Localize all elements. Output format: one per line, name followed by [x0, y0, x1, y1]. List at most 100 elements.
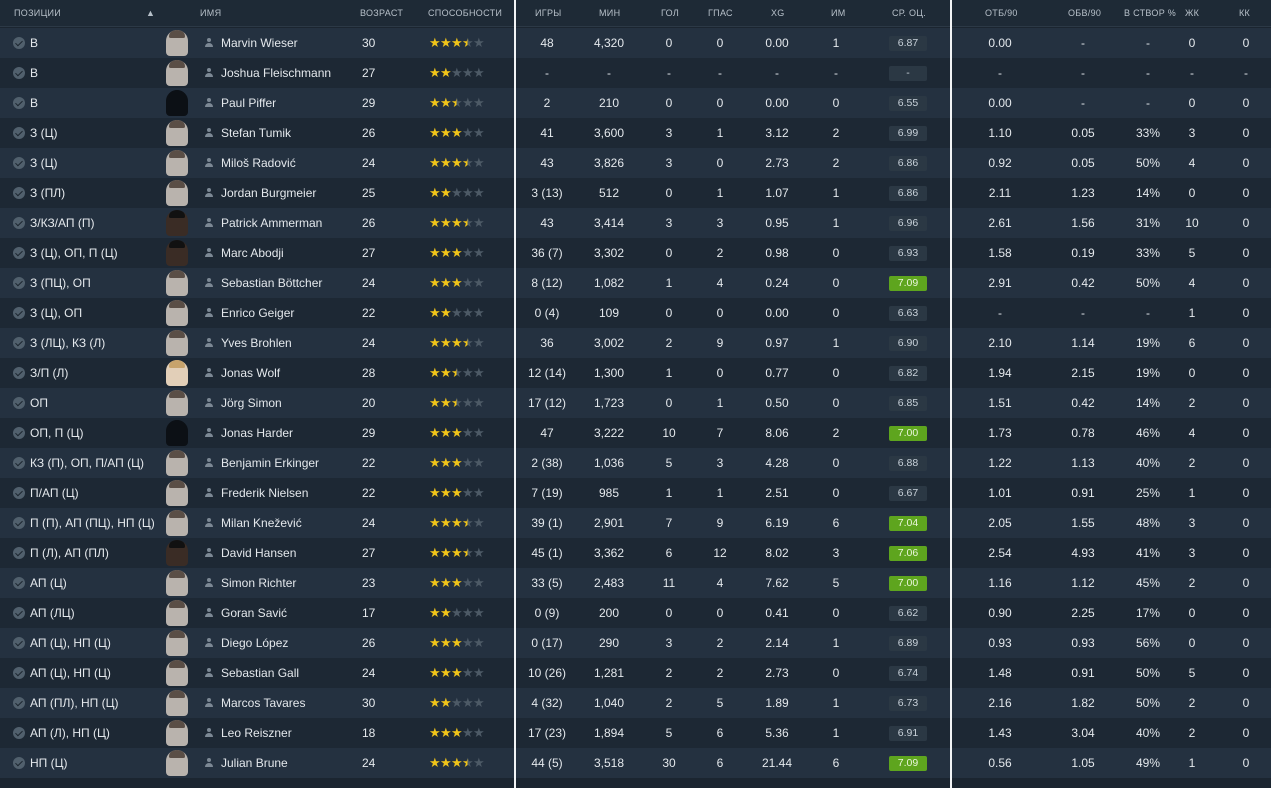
select-checkbox-icon[interactable] [13, 637, 25, 649]
player-row[interactable]: П (Л), АП (ПЛ) David Hansen 27 ★★★★★ 45 … [0, 538, 1271, 568]
player-name[interactable]: David Hansen [221, 538, 296, 568]
col-header-assists[interactable]: ГПАС [708, 0, 733, 26]
select-checkbox-icon[interactable] [13, 67, 25, 79]
select-checkbox-icon[interactable] [13, 727, 25, 739]
select-checkbox-icon[interactable] [13, 307, 25, 319]
select-checkbox-icon[interactable] [13, 127, 25, 139]
player-row[interactable]: З (ПЦ), ОП Sebastian Böttcher 24 ★★★★★ 8… [0, 268, 1271, 298]
player-name[interactable]: Goran Savić [221, 598, 287, 628]
player-name[interactable]: Marc Abodji [221, 238, 284, 268]
select-checkbox-icon[interactable] [13, 577, 25, 589]
player-row[interactable]: З (Ц) Stefan Tumik 26 ★★★★★ 41 3,600 3 1… [0, 118, 1271, 148]
player-row[interactable]: З (Ц) Miloš Radović 24 ★★★★★ 43 3,826 3 … [0, 148, 1271, 178]
select-checkbox-icon[interactable] [13, 277, 25, 289]
player-name[interactable]: Yves Brohlen [221, 328, 292, 358]
select-checkbox-icon[interactable] [13, 547, 25, 559]
select-checkbox-icon[interactable] [13, 247, 25, 259]
player-row[interactable]: З (ПЛ) Jordan Burgmeier 25 ★★★★★ 3 (13) … [0, 178, 1271, 208]
select-checkbox-icon[interactable] [13, 457, 25, 469]
col-header-age[interactable]: ВОЗРАСТ [360, 0, 403, 26]
select-checkbox-icon[interactable] [13, 427, 25, 439]
select-checkbox-icon[interactable] [13, 697, 25, 709]
player-row[interactable]: П/АП (Ц) Frederik Nielsen 22 ★★★★★ 7 (19… [0, 478, 1271, 508]
select-checkbox-icon[interactable] [13, 37, 25, 49]
player-name[interactable]: Milan Knežević [221, 508, 302, 538]
select-checkbox-icon[interactable] [13, 337, 25, 349]
player-row[interactable]: КЗ (П), ОП, П/АП (Ц) Benjamin Erkinger 2… [0, 448, 1271, 478]
player-row[interactable]: З (ЛЦ), КЗ (Л) Yves Brohlen 24 ★★★★★ 36 … [0, 328, 1271, 358]
col-header-position[interactable]: ПОЗИЦИИ [14, 0, 61, 26]
select-checkbox-icon[interactable] [13, 607, 25, 619]
player-row[interactable]: З/П (Л) Jonas Wolf 28 ★★★★★ 12 (14) 1,30… [0, 358, 1271, 388]
player-name[interactable]: Jonas Wolf [221, 358, 280, 388]
player-row[interactable]: АП (Л), НП (Ц) Leo Reiszner 18 ★★★★★ 17 … [0, 718, 1271, 748]
player-name[interactable]: Julian Brune [221, 748, 288, 778]
col-header-red-cards[interactable]: КК [1239, 0, 1250, 26]
col-header-goals[interactable]: ГОЛ [661, 0, 679, 26]
player-row[interactable]: З (Ц), ОП, П (Ц) Marc Abodji 27 ★★★★★ 36… [0, 238, 1271, 268]
player-name[interactable]: Frederik Nielsen [221, 478, 308, 508]
player-assists: 3 [716, 456, 724, 470]
select-checkbox-icon[interactable] [13, 217, 25, 229]
col-header-name[interactable]: ИМЯ [200, 0, 221, 26]
select-checkbox-icon[interactable] [13, 487, 25, 499]
player-name[interactable]: Benjamin Erkinger [221, 448, 319, 478]
player-name[interactable]: Simon Richter [221, 568, 296, 598]
col-header-shots-on-target[interactable]: В СТВОР % [1124, 0, 1176, 26]
select-checkbox-icon[interactable] [13, 97, 25, 109]
sort-ascending-icon[interactable]: ▲ [146, 0, 155, 26]
player-row[interactable]: АП (ПЛ), НП (Ц) Marcos Tavares 30 ★★★★★ … [0, 688, 1271, 718]
player-row[interactable]: ОП Jörg Simon 20 ★★★★★ 17 (12) 1,723 0 1… [0, 388, 1271, 418]
player-name[interactable]: Joshua Fleischmann [221, 58, 331, 88]
select-checkbox-icon[interactable] [13, 157, 25, 169]
player-name[interactable]: Marcos Tavares [221, 688, 305, 718]
player-name[interactable]: Jörg Simon [221, 388, 282, 418]
col-header-apps[interactable]: ИГРЫ [535, 0, 562, 26]
player-red-cards: 0 [1242, 696, 1250, 710]
player-name[interactable]: Jordan Burgmeier [221, 178, 316, 208]
col-header-avg-rating[interactable]: СР. ОЦ. [892, 0, 926, 26]
player-row[interactable]: ОП, П (Ц) Jonas Harder 29 ★★★★★ 47 3,222… [0, 418, 1271, 448]
player-row[interactable]: З/КЗ/АП (П) Patrick Ammerman 26 ★★★★★ 43… [0, 208, 1271, 238]
player-apps: 3 (13) [531, 186, 563, 200]
player-row[interactable]: АП (ЛЦ) Goran Savić 17 ★★★★★ 0 (9) 200 0… [0, 598, 1271, 628]
player-name[interactable]: Miloš Radović [221, 148, 296, 178]
avg-rating-badge: 6.93 [889, 246, 927, 261]
player-name[interactable]: Stefan Tumik [221, 118, 291, 148]
player-row[interactable]: АП (Ц), НП (Ц) Sebastian Gall 24 ★★★★★ 1… [0, 658, 1271, 688]
player-row[interactable]: НП (Ц) Julian Brune 24 ★★★★★ 44 (5) 3,51… [0, 748, 1271, 778]
col-header-ability[interactable]: СПОСОБНОСТИ [428, 0, 502, 26]
select-checkbox-icon[interactable] [13, 757, 25, 769]
player-row[interactable]: АП (Ц), НП (Ц) Diego López 26 ★★★★★ 0 (1… [0, 628, 1271, 658]
select-checkbox-icon[interactable] [13, 367, 25, 379]
player-name[interactable]: Diego López [221, 628, 288, 658]
col-header-mins[interactable]: МИН [599, 0, 620, 26]
col-header-dribbles90[interactable]: ОБВ/90 [1068, 0, 1101, 26]
select-checkbox-icon[interactable] [13, 517, 25, 529]
col-header-xg[interactable]: XG [771, 0, 785, 26]
player-yellow-cards: 0 [1188, 636, 1196, 650]
player-name[interactable]: Patrick Ammerman [221, 208, 322, 238]
player-row[interactable]: В Paul Piffer 29 ★★★★★ 2 210 0 0 0.00 0 … [0, 88, 1271, 118]
player-row[interactable]: В Marvin Wieser 30 ★★★★★ 48 4,320 0 0 0.… [0, 28, 1271, 58]
player-pom: 0 [832, 606, 840, 620]
player-row[interactable]: З (Ц), ОП Enrico Geiger 22 ★★★★★ 0 (4) 1… [0, 298, 1271, 328]
player-name[interactable]: Sebastian Gall [221, 658, 299, 688]
select-checkbox-icon[interactable] [13, 397, 25, 409]
select-checkbox-icon[interactable] [13, 667, 25, 679]
player-name[interactable]: Marvin Wieser [221, 28, 298, 58]
col-header-tackles90[interactable]: ОТБ/90 [985, 0, 1018, 26]
select-checkbox-icon[interactable] [13, 187, 25, 199]
player-position: З/П (Л) [30, 366, 69, 380]
player-name[interactable]: Jonas Harder [221, 418, 293, 448]
player-row[interactable]: П (П), АП (ПЦ), НП (Ц) Milan Knežević 24… [0, 508, 1271, 538]
col-header-pom[interactable]: ИМ [831, 0, 846, 26]
col-header-yellow-cards[interactable]: ЖК [1185, 0, 1199, 26]
player-name[interactable]: Paul Piffer [221, 88, 276, 118]
player-yellow-cards: 4 [1188, 156, 1196, 170]
player-name[interactable]: Sebastian Böttcher [221, 268, 322, 298]
player-row[interactable]: В Joshua Fleischmann 27 ★★★★★ - - - - - … [0, 58, 1271, 88]
player-row[interactable]: АП (Ц) Simon Richter 23 ★★★★★ 33 (5) 2,4… [0, 568, 1271, 598]
player-name[interactable]: Enrico Geiger [221, 298, 294, 328]
player-name[interactable]: Leo Reiszner [221, 718, 292, 748]
